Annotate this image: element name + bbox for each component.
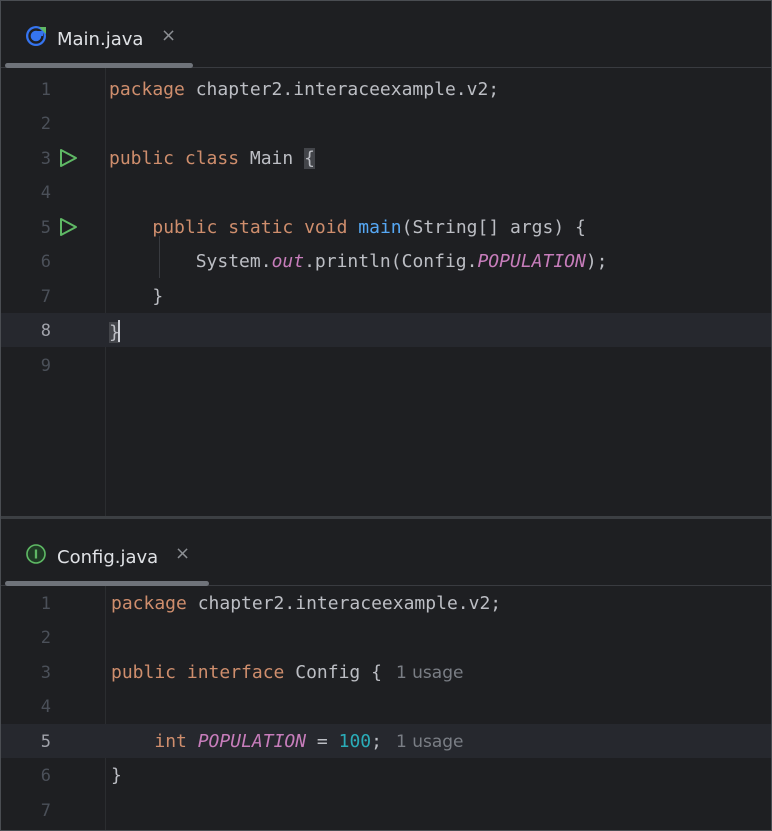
code-line-current: 5 int POPULATION = 100; 1 usage: [1, 724, 771, 758]
run-class-icon[interactable]: [58, 148, 78, 168]
line-number: 7: [40, 287, 51, 307]
tab-bar-main: Main.java ×: [1, 1, 771, 68]
tab-config-label: Config.java: [57, 547, 159, 568]
editor-pane-main: Main.java × 1 package chapter2.interacee…: [1, 1, 771, 516]
line-number: 4: [40, 697, 51, 717]
run-main-method-icon[interactable]: [58, 217, 78, 237]
ide-window: Main.java × 1 package chapter2.interacee…: [0, 0, 772, 831]
line-number: 6: [40, 252, 51, 272]
code-text: System.out.println(Config.POPULATION);: [195, 251, 608, 272]
code-line: 9: [1, 348, 771, 382]
line-number: 4: [40, 183, 51, 203]
line-number: 1: [40, 594, 51, 614]
code-line: 5 public static void main(String[] args)…: [1, 210, 771, 244]
code-text: public static void main(String[] args) {: [152, 217, 586, 238]
code-text: int POPULATION = 100; 1 usage: [154, 731, 464, 752]
code-line: 3 public interface Config {1 usage: [1, 655, 771, 689]
line-number: 9: [40, 356, 51, 376]
code-line: 3 public class Main {: [1, 141, 771, 175]
tab-config-close-icon[interactable]: ×: [175, 543, 190, 564]
line-number: 2: [40, 628, 51, 648]
code-line: 4: [1, 689, 771, 723]
svg-text:I: I: [34, 548, 38, 562]
line-number: 2: [40, 114, 51, 134]
line-number: 5: [40, 218, 51, 238]
java-class-run-icon: [26, 26, 46, 46]
editor-pane-config: I Config.java × 1 package chapter2.inter…: [1, 519, 771, 830]
tab-main-close-icon[interactable]: ×: [161, 25, 176, 46]
line-number: 8: [40, 321, 51, 341]
code-editor-config[interactable]: 1 package chapter2.interaceexample.v2; 2…: [1, 586, 771, 830]
line-number: 1: [40, 80, 51, 100]
usage-hint: 1 usage: [395, 732, 464, 752]
code-text: }: [109, 286, 164, 307]
code-text: }: [109, 320, 120, 343]
code-text: package chapter2.interaceexample.v2;: [111, 593, 502, 614]
code-line-current: 8 }: [1, 313, 771, 347]
usage-hint: 1 usage: [395, 663, 464, 683]
code-line: 2: [1, 620, 771, 654]
code-line: 1 package chapter2.interaceexample.v2;: [1, 586, 771, 620]
code-text: public class Main {: [109, 148, 315, 169]
line-number: 3: [40, 663, 51, 683]
line-number: 3: [40, 149, 51, 169]
code-line: 7: [1, 793, 771, 827]
line-number: 7: [40, 801, 51, 821]
line-number: 6: [40, 766, 51, 786]
tab-main-label: Main.java: [57, 29, 144, 50]
code-line: 6 System.out.println(Config.POPULATION);: [1, 236, 771, 278]
tab-bar-config: I Config.java ×: [1, 519, 771, 586]
code-editor-main[interactable]: 1 package chapter2.interaceexample.v2; 2…: [1, 68, 771, 516]
code-text: }: [111, 765, 122, 786]
code-line: 4: [1, 175, 771, 209]
code-line: 1 package chapter2.interaceexample.v2;: [1, 72, 771, 106]
interface-icon: I: [26, 544, 46, 564]
line-number: 5: [40, 732, 51, 752]
code-line: 7 }: [1, 279, 771, 313]
code-line: 2: [1, 106, 771, 140]
text-caret: [117, 320, 120, 342]
code-text: package chapter2.interaceexample.v2;: [109, 79, 500, 100]
tab-config-java[interactable]: I Config.java ×: [1, 519, 211, 586]
code-text: public interface Config {1 usage: [111, 662, 464, 683]
tab-main-java[interactable]: Main.java ×: [1, 1, 201, 68]
code-line: 6 }: [1, 758, 771, 792]
